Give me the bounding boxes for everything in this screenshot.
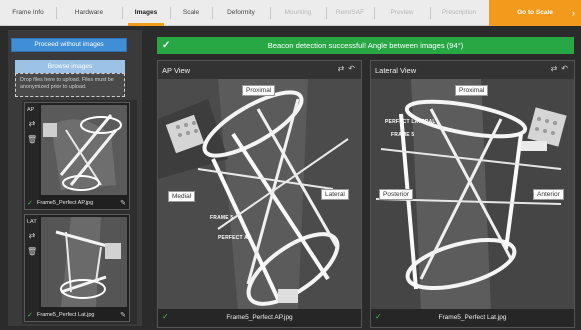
go-to-scale-button[interactable]: Go to Scale › — [489, 0, 581, 26]
viewer-filename: Frame5_Perfect AP.jpg — [226, 314, 293, 321]
proximal-label: Proximal — [455, 85, 489, 96]
tab-rem-saf: Rem/SAF — [326, 0, 374, 26]
edit-pencil-icon[interactable]: ✎ — [120, 199, 126, 207]
proximal-label: Proximal — [242, 85, 276, 96]
ap-xray-image[interactable]: Proximal Medial Lateral FRAME 5 PERFECT … — [158, 79, 361, 311]
thumbnail-view-tag: AP — [27, 107, 35, 113]
thumbnail-filename: Frame5_Perfect AP.jpg — [37, 200, 94, 206]
viewer-toolbar: ⇄ ↶ — [334, 64, 355, 73]
trash-icon[interactable]: 🗑 — [27, 247, 37, 256]
tab-images[interactable]: Images — [122, 0, 170, 26]
swap-view-icon[interactable]: ⇄ — [551, 64, 558, 73]
thumbnail-scrollbar[interactable] — [133, 100, 137, 324]
lateral-view-panel: Lateral View ⇄ ↶ Proximal Posterior Ante… — [370, 60, 575, 328]
wizard-tab-bar: Frame Info Hardware Images Scale Deformi… — [0, 0, 581, 26]
tab-scale[interactable]: Scale — [170, 0, 212, 26]
thumbnail-xray-ap — [41, 105, 127, 195]
viewer-header: Lateral View ⇄ ↶ — [371, 61, 574, 79]
proceed-without-images-button[interactable]: Proceed without images — [11, 38, 127, 52]
tab-hardware[interactable]: Hardware — [56, 0, 122, 26]
medial-label: Medial — [168, 191, 196, 202]
viewer-toolbar: ⇄ ↶ — [547, 64, 568, 73]
thumbnail-view-tag: LAT — [27, 219, 37, 225]
tab-preview: Preview — [374, 0, 430, 26]
viewer-footer: ✓ Frame5_Perfect AP.jpg — [158, 309, 361, 327]
go-to-scale-label: Go to Scale — [517, 9, 553, 16]
thumbnail-filename: Frame5_Perfect Lat.jpg — [37, 312, 95, 318]
thumbnail-card-ap[interactable]: AP ⇄ 🗑 ✓ Frame5_Perfect AP.jpg ✎ — [24, 102, 130, 210]
lateral-xray-image[interactable]: Proximal Posterior Anterior PERFECT LATE… — [371, 79, 574, 311]
xray-overlay-text: FRAME 5 — [210, 215, 234, 221]
undo-icon[interactable]: ↶ — [561, 64, 568, 73]
swap-view-icon[interactable]: ⇄ — [27, 119, 37, 128]
uploaded-check-icon: ✓ — [27, 312, 33, 319]
viewer-title: AP View — [162, 66, 191, 75]
thumbnail-card-lat[interactable]: LAT ⇄ 🗑 ✓ Frame5_Perfect Lat.jpg ✎ — [24, 214, 130, 322]
viewer-filename: Frame5_Perfect Lat.jpg — [438, 314, 507, 321]
posterior-label: Posterior — [379, 189, 414, 200]
thumbnail-xray-lat — [41, 217, 127, 307]
banner-message: Beacon detection successful! Angle betwe… — [267, 41, 464, 50]
xray-overlay-text: PERFECT AP — [218, 235, 252, 241]
anterior-label: Anterior — [533, 189, 564, 200]
chevron-right-icon: › — [572, 8, 575, 18]
beacon-success-banner: ✓ Beacon detection successful! Angle bet… — [157, 37, 574, 54]
ap-view-panel: AP View ⇄ ↶ Proximal Medial Lateral FRAM… — [157, 60, 362, 328]
tab-prescription: Prescription — [430, 0, 488, 26]
viewer-footer: ✓ Frame5_Perfect Lat.jpg — [371, 309, 574, 327]
viewer-header: AP View ⇄ ↶ — [158, 61, 361, 79]
tab-mounting: Mounting — [270, 0, 326, 26]
file-drop-zone[interactable]: Drop files here to upload. Files must be… — [15, 73, 125, 97]
lateral-label: Lateral — [321, 189, 349, 200]
viewer-title: Lateral View — [375, 66, 417, 75]
uploaded-check-icon: ✓ — [27, 200, 33, 207]
swap-view-icon[interactable]: ⇄ — [338, 64, 345, 73]
edit-pencil-icon[interactable]: ✎ — [120, 311, 126, 319]
xray-overlay-text: FRAME 5 — [391, 132, 415, 138]
tab-deformity[interactable]: Deformity — [212, 0, 270, 26]
tab-frame-info[interactable]: Frame Info — [0, 0, 56, 26]
xray-overlay-text: PERFECT LATERAL — [385, 119, 436, 125]
swap-view-icon[interactable]: ⇄ — [27, 231, 37, 240]
browse-images-button[interactable]: Browse images — [15, 60, 125, 73]
check-icon: ✓ — [162, 40, 171, 51]
undo-icon[interactable]: ↶ — [348, 64, 355, 73]
trash-icon[interactable]: 🗑 — [27, 135, 37, 144]
